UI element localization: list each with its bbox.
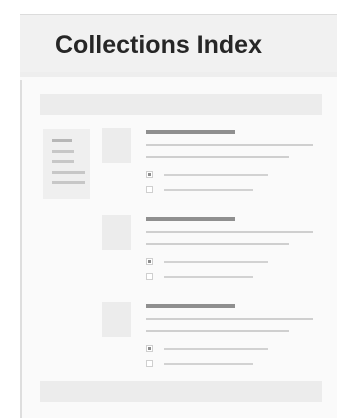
- sidebar-line: [52, 139, 72, 142]
- checkbox-label-placeholder: [164, 348, 268, 350]
- top-toolbar-placeholder: [40, 94, 322, 115]
- sidebar-filter-card: [43, 129, 90, 199]
- collection-description-line: [146, 243, 289, 245]
- page-header: Collections Index: [20, 14, 337, 73]
- page-title: Collections Index: [55, 31, 262, 59]
- collection-checkbox[interactable]: [146, 273, 153, 280]
- sidebar-line: [52, 171, 85, 174]
- collection-checkbox[interactable]: [146, 360, 153, 367]
- bottom-footer-placeholder: [40, 381, 322, 402]
- collection-description-line: [146, 318, 313, 320]
- collection-checkbox[interactable]: [146, 345, 153, 352]
- collection-thumbnail[interactable]: [102, 215, 131, 250]
- page: Collections Index: [0, 0, 337, 418]
- collection-description-line: [146, 231, 313, 233]
- collection-entry[interactable]: [102, 302, 322, 380]
- collection-title-placeholder[interactable]: [146, 130, 235, 134]
- checkbox-label-placeholder: [164, 276, 253, 278]
- collection-thumbnail[interactable]: [102, 302, 131, 337]
- collection-checkbox[interactable]: [146, 258, 153, 265]
- collection-title-placeholder[interactable]: [146, 217, 235, 221]
- checkbox-label-placeholder: [164, 363, 253, 365]
- sidebar-line: [52, 181, 85, 184]
- collection-checkbox[interactable]: [146, 186, 153, 193]
- collection-entry[interactable]: [102, 215, 322, 293]
- collection-title-placeholder[interactable]: [146, 304, 235, 308]
- collection-description-line: [146, 330, 289, 332]
- panel-shade: [20, 72, 337, 77]
- checkbox-label-placeholder: [164, 189, 253, 191]
- collection-checkbox[interactable]: [146, 171, 153, 178]
- checkbox-label-placeholder: [164, 174, 268, 176]
- collection-description-line: [146, 156, 289, 158]
- sidebar-line: [52, 160, 74, 163]
- collection-entry[interactable]: [102, 128, 322, 206]
- collection-description-line: [146, 144, 313, 146]
- collection-thumbnail[interactable]: [102, 128, 131, 163]
- checkbox-label-placeholder: [164, 261, 268, 263]
- left-divider: [20, 80, 22, 418]
- sidebar-line: [52, 150, 74, 153]
